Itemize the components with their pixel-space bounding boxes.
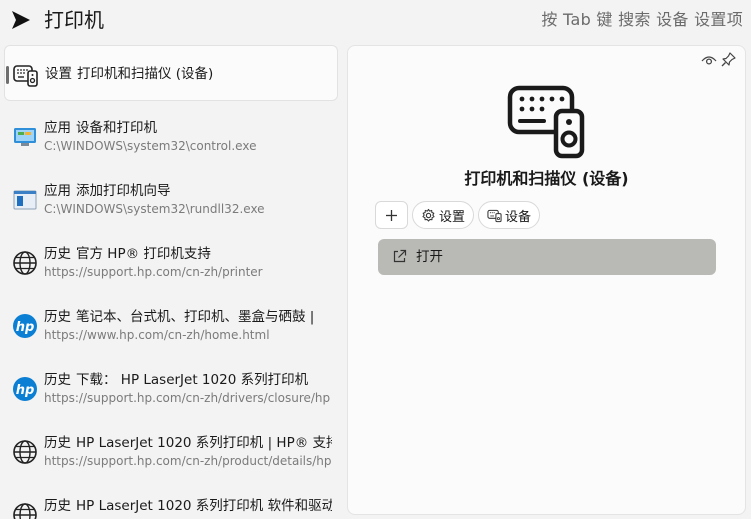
printer-settings-icon xyxy=(13,65,38,87)
eye-icon[interactable] xyxy=(701,53,717,67)
result-url: https://support.hp.com/cn-zh/printer xyxy=(44,265,263,279)
result-url: https://support.hp.com/cn-zh/drivers/clo… xyxy=(44,391,331,405)
action-chips: 设置 设备 xyxy=(375,201,541,229)
result-kind: 历史 xyxy=(44,309,71,325)
result-title: 添加打印机向导 xyxy=(76,183,171,199)
settings-chip[interactable]: 设置 xyxy=(412,201,475,229)
result-kind: 历史 xyxy=(44,372,71,388)
result-title: 官方 HP® 打印机支持 xyxy=(76,246,211,262)
search-hint: 按 Tab 键 搜索 设备 设置项 xyxy=(541,10,743,29)
device-icon xyxy=(487,209,502,222)
result-item-hp-printer-support[interactable]: 历史 官方 HP® 打印机支持 https://support.hp.com/cn… xyxy=(4,234,338,290)
result-url: https://www.hp.com/cn-zh/home.html xyxy=(44,328,270,342)
result-item-printers-scanners[interactable]: 设置 打印机和扫描仪 (设备) xyxy=(4,45,338,101)
add-button[interactable] xyxy=(375,201,408,229)
result-item-hp-software-drivers[interactable]: 历史 HP LaserJet 1020 系列打印机 软件和驱动 xyxy=(4,486,338,519)
result-kind: 历史 xyxy=(44,498,71,514)
detail-pane: 打印机和扫描仪 (设备) 设置 设备 打开 xyxy=(347,45,746,515)
result-kind: 历史 xyxy=(44,246,71,262)
open-action[interactable]: 打开 xyxy=(378,239,716,275)
result-title: 打印机和扫描仪 (设备) xyxy=(77,66,214,82)
results-list: 设置 打印机和扫描仪 (设备) 应用 设备和打印机 C:\WINDOWS\syste… xyxy=(0,42,344,519)
open-external-icon xyxy=(393,249,407,263)
control-panel-icon xyxy=(14,128,36,146)
result-title: 设备和打印机 xyxy=(76,120,157,136)
device-chip-label: 设备 xyxy=(505,209,532,225)
app-window-icon xyxy=(13,190,37,210)
result-path: C:\WINDOWS\system32\rundll32.exe xyxy=(44,202,265,216)
plus-icon xyxy=(386,209,397,221)
result-item-add-printer-wizard[interactable]: 应用 添加打印机向导 C:\WINDOWS\system32\rundll32.e… xyxy=(4,171,338,227)
hp-logo-icon: hp xyxy=(13,314,37,338)
result-item-hp-product-support[interactable]: 历史 HP LaserJet 1020 系列打印机 | HP® 支持 https:… xyxy=(4,423,338,479)
result-title: 笔记本、台式机、打印机、墨盒与硒鼓 | xyxy=(76,309,315,325)
result-title: HP LaserJet 1020 系列打印机 | HP® 支持 xyxy=(76,435,332,451)
result-item-hp-home[interactable]: hp 历史 笔记本、台式机、打印机、墨盒与硒鼓 | https://www.hp.… xyxy=(4,297,338,353)
globe-icon xyxy=(13,503,37,519)
svg-text:hp: hp xyxy=(16,383,35,398)
printer-settings-icon xyxy=(507,85,585,159)
search-bar[interactable]: 打印机 按 Tab 键 搜索 设备 设置项 xyxy=(0,0,751,40)
settings-chip-label: 设置 xyxy=(439,209,466,225)
run-arrow-icon xyxy=(12,11,30,29)
result-kind: 历史 xyxy=(44,435,71,451)
svg-text:hp: hp xyxy=(16,320,35,335)
result-title: HP LaserJet 1020 系列打印机 软件和驱动 xyxy=(76,498,332,514)
selection-indicator xyxy=(6,66,9,84)
pin-icon[interactable] xyxy=(721,52,736,67)
result-kind: 应用 xyxy=(44,183,71,199)
device-chip[interactable]: 设备 xyxy=(478,201,541,229)
result-path: C:\WINDOWS\system32\control.exe xyxy=(44,139,257,153)
result-item-hp-driver-download[interactable]: hp 历史 下载： HP LaserJet 1020 系列打印机 https://… xyxy=(4,360,338,416)
gear-icon xyxy=(422,208,435,222)
hp-logo-icon: hp xyxy=(13,377,37,401)
result-kind: 应用 xyxy=(44,120,71,136)
result-title: 下载： HP LaserJet 1020 系列打印机 xyxy=(76,372,309,388)
result-item-devices-printers[interactable]: 应用 设备和打印机 C:\WINDOWS\system32\control.exe xyxy=(4,108,338,164)
globe-icon xyxy=(13,440,37,464)
result-url: https://support.hp.com/cn-zh/product/det… xyxy=(44,454,332,468)
result-kind: 设置 xyxy=(45,66,72,82)
detail-title: 打印机和扫描仪 (设备) xyxy=(464,169,629,188)
open-action-label: 打开 xyxy=(416,249,443,265)
search-input[interactable]: 打印机 xyxy=(44,7,104,33)
globe-icon xyxy=(13,251,37,275)
